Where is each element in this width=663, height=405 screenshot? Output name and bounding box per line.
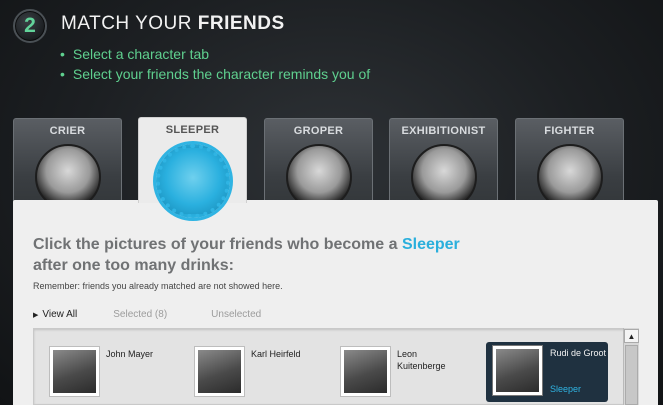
- sleeping-man-portrait-icon: [155, 144, 230, 218]
- instruction-item: Select your friends the character remind…: [60, 64, 370, 84]
- step-number-badge: 2: [13, 9, 47, 43]
- friend-card[interactable]: John Mayer: [49, 343, 171, 401]
- filter-unselected[interactable]: Unselected: [211, 309, 261, 320]
- heading-text: Click the pictures of your friends who b…: [33, 236, 402, 253]
- friend-name: Leon Kuitenberge: [397, 349, 446, 371]
- friend-photo: [492, 345, 543, 396]
- crying-woman-portrait-icon: [34, 144, 101, 202]
- scroll-thumb[interactable]: [625, 345, 638, 405]
- tab-crier[interactable]: CRIER: [13, 118, 122, 202]
- tab-label: CRIER: [49, 125, 86, 137]
- tab-groper[interactable]: GROPER: [264, 118, 373, 202]
- tab-label: EXHIBITIONIST: [401, 125, 486, 137]
- friends-panel: Click the pictures of your friends who b…: [13, 200, 658, 405]
- boxer-portrait-icon: [536, 144, 603, 202]
- friend-name: Karl Heirfeld: [251, 349, 301, 359]
- filter-view-all[interactable]: View All: [33, 309, 77, 320]
- character-tabs: CRIER SLEEPER GROPER EXHIBITIONIST FIGHT…: [13, 117, 653, 218]
- panel-heading: Click the pictures of your friends who b…: [33, 234, 533, 276]
- tab-label: FIGHTER: [544, 125, 595, 137]
- friend-grid-scrollbar[interactable]: ▲: [623, 328, 639, 405]
- instruction-item: Select a character tab: [60, 44, 370, 64]
- friend-character-tag: Sleeper: [550, 384, 582, 394]
- tab-label: GROPER: [293, 125, 344, 137]
- arrow-up-icon[interactable]: ▲: [624, 329, 639, 343]
- friend-photo: [49, 346, 100, 397]
- page-title-light: MATCH YOUR: [61, 13, 198, 34]
- panel-note: Remember: friends you already matched ar…: [33, 281, 283, 291]
- tab-label: SLEEPER: [165, 124, 220, 136]
- page-title-bold: FRIENDS: [197, 13, 285, 34]
- tab-sleeper[interactable]: SLEEPER: [138, 117, 247, 218]
- shirtless-man-portrait-icon: [410, 144, 477, 202]
- friend-card[interactable]: Leon Kuitenberge: [340, 343, 462, 401]
- friend-photo: [340, 346, 391, 397]
- filter-selected[interactable]: Selected (8): [113, 309, 167, 320]
- friend-filters: View All Selected (8) Unselected: [33, 309, 297, 320]
- friend-name: John Mayer: [106, 349, 154, 359]
- tab-fighter[interactable]: FIGHTER: [515, 118, 624, 202]
- friend-grid: John Mayer Karl Heirfeld Leon Kuitenberg…: [33, 328, 639, 405]
- instructions-list: Select a character tab Select your frien…: [60, 44, 370, 84]
- friend-photo: [194, 346, 245, 397]
- friend-card[interactable]: Karl Heirfeld: [194, 343, 316, 401]
- friend-card-selected[interactable]: Rudi de Groot Sleeper: [486, 342, 608, 402]
- heading-text-line2: after one too many drinks:: [33, 257, 234, 274]
- friend-name: Rudi de Groot: [550, 348, 607, 358]
- groping-man-portrait-icon: [285, 144, 352, 202]
- heading-character: Sleeper: [401, 236, 460, 253]
- step-number: 2: [24, 14, 36, 37]
- tab-exhibitionist[interactable]: EXHIBITIONIST: [389, 118, 498, 202]
- page-title: MATCH YOUR FRIENDS: [61, 13, 285, 35]
